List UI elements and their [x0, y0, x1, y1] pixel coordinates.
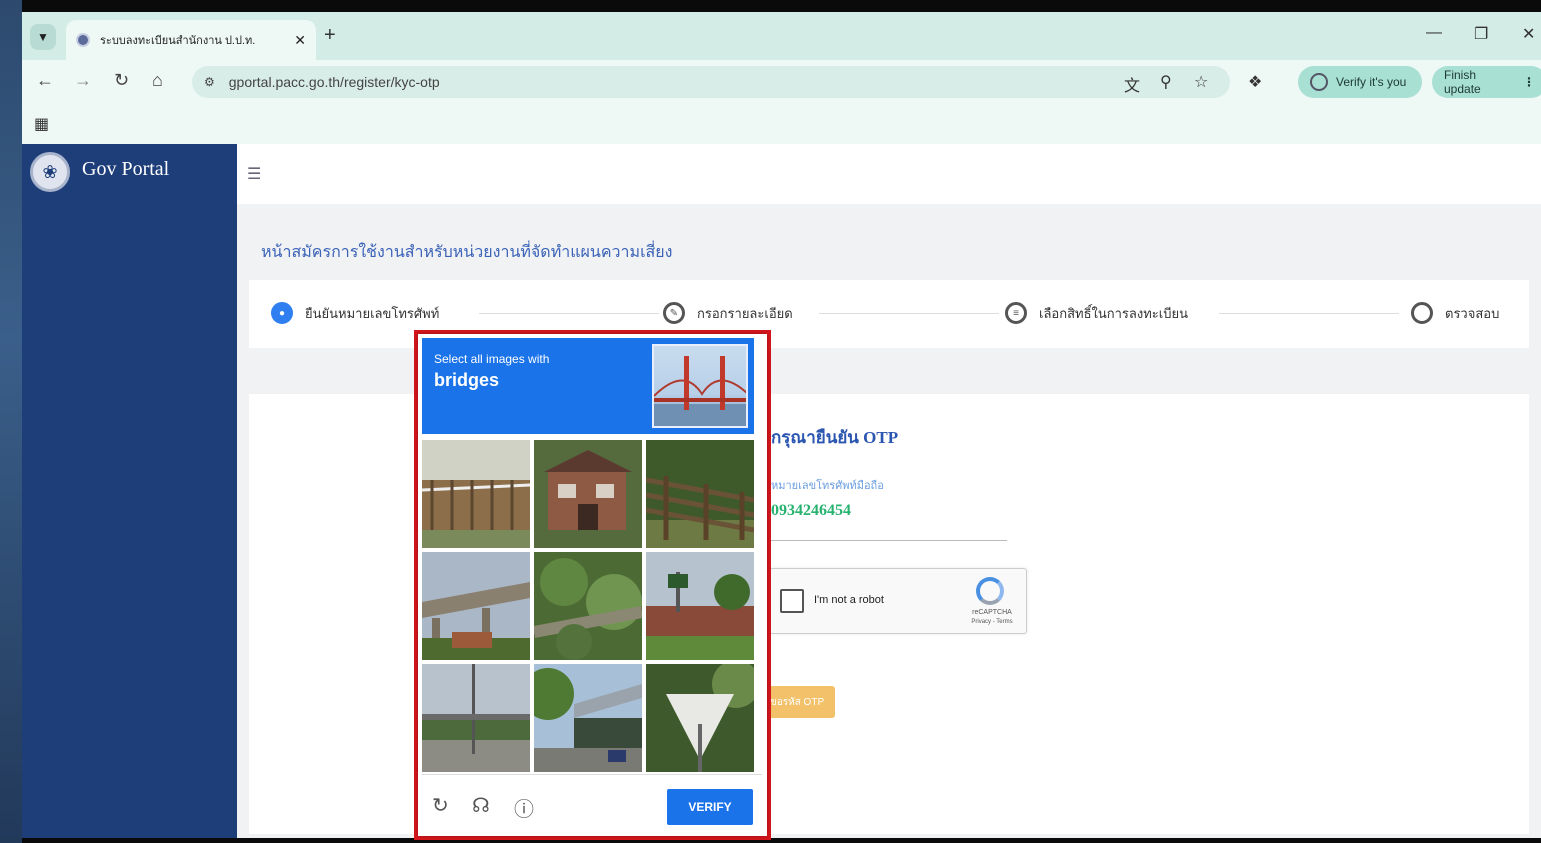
- step-label: เลือกสิทธิ์ในการลงทะเบียน: [1039, 305, 1188, 321]
- menu-toggle-icon[interactable]: ☰: [247, 164, 261, 184]
- recaptcha-widget: I'm not a robot reCAPTCHA Privacy - Term…: [769, 568, 1027, 634]
- step-label: ตรวจสอบ: [1445, 305, 1500, 321]
- captcha-footer: ↻ ☊ ⓘ VERIFY: [422, 774, 762, 834]
- extensions-icon[interactable]: ❖: [1248, 72, 1262, 92]
- bookmark-star-icon[interactable]: ☆: [1194, 72, 1208, 92]
- step-connector: [479, 313, 659, 314]
- captcha-prompt: Select all images with: [434, 352, 550, 366]
- captcha-tile[interactable]: [534, 440, 642, 548]
- top-bar: ☰: [237, 144, 1541, 204]
- tab-strip: ▼ ระบบลงทะเบียนสำนักงาน ป.ป.ท. ✕ + — ❐ ✕: [22, 12, 1541, 60]
- captcha-header: Select all images with bridges: [422, 338, 754, 434]
- captcha-tile[interactable]: [646, 664, 754, 772]
- verify-button[interactable]: VERIFY: [667, 789, 753, 825]
- restore-icon[interactable]: ❐: [1474, 24, 1488, 44]
- profile-icon: [1310, 73, 1328, 91]
- tab-close-button[interactable]: ✕: [294, 32, 306, 49]
- favicon-icon: [76, 33, 90, 47]
- otp-title: กรุณายืนยัน OTP: [771, 428, 899, 447]
- recaptcha-logo-icon: [976, 577, 1004, 605]
- tab-title: ระบบลงทะเบียนสำนักงาน ป.ป.ท.: [100, 35, 256, 47]
- desktop-background: [0, 0, 22, 843]
- field-underline: [771, 540, 1007, 541]
- close-icon[interactable]: ✕: [1522, 24, 1535, 44]
- emblem-logo: ❀: [30, 152, 70, 192]
- list-icon: ≡: [1005, 302, 1027, 324]
- captcha-tile[interactable]: [646, 552, 754, 660]
- captcha-tile[interactable]: [534, 664, 642, 772]
- zoom-icon[interactable]: ⚲: [1160, 72, 1172, 92]
- address-bar[interactable]: ⚙ gportal.pacc.go.th/register/kyc-otp: [192, 66, 1230, 98]
- step-review: ตรวจสอบ: [1411, 302, 1499, 324]
- step-label: ยืนยันหมายเลขโทรศัพท์: [305, 305, 440, 321]
- recaptcha-label: I'm not a robot: [814, 594, 884, 606]
- more-menu-icon[interactable]: ⋮: [1523, 75, 1535, 89]
- recaptcha-brand: reCAPTCHA: [972, 609, 1012, 616]
- review-icon: [1411, 302, 1433, 324]
- step-connector: [1219, 313, 1399, 314]
- captcha-sample-image: [652, 344, 748, 428]
- bookmarks-bar: ▦: [22, 104, 1541, 144]
- reload-icon[interactable]: ↻: [432, 793, 449, 818]
- site-info-icon[interactable]: ⚙: [204, 75, 215, 89]
- captcha-target: bridges: [434, 370, 500, 390]
- browser-toolbar: ← → ↻ ⌂ ⚙ gportal.pacc.go.th/register/ky…: [22, 60, 1541, 104]
- translate-icon[interactable]: 文: [1124, 72, 1140, 96]
- recaptcha-checkbox[interactable]: [780, 589, 804, 613]
- tab-search-icon[interactable]: ▼: [30, 24, 56, 50]
- captcha-tile[interactable]: [646, 440, 754, 548]
- update-pill-label: Finish update: [1444, 68, 1481, 96]
- verify-its-you-button[interactable]: Verify it's you: [1298, 66, 1422, 98]
- step-label: กรอกรายละเอียด: [697, 305, 793, 321]
- url-text: gportal.pacc.go.th/register/kyc-otp: [228, 74, 440, 90]
- finish-update-button[interactable]: Finish update ⋮: [1432, 66, 1541, 98]
- captcha-challenge: Select all images with bridges ↻ ☊ ⓘ VER…: [418, 334, 767, 836]
- captcha-image-grid: [422, 440, 754, 772]
- step-verify-phone: ● ยืนยันหมายเลขโทรศัพท์: [271, 302, 439, 324]
- edit-icon: ✎: [663, 302, 685, 324]
- step-fill-details: ✎ กรอกรายละเอียด: [663, 302, 793, 324]
- phone-label: หมายเลขโทรศัพท์มือถือ: [771, 480, 884, 492]
- browser-tab[interactable]: ระบบลงทะเบียนสำนักงาน ป.ป.ท. ✕: [66, 20, 316, 60]
- phone-number-field[interactable]: 0934246454: [771, 502, 851, 520]
- step-active-icon: ●: [271, 302, 293, 324]
- brand-title[interactable]: Gov Portal: [82, 158, 169, 181]
- page-title: หน้าสมัครการใช้งานสำหรับหน่วยงานที่จัดทำ…: [261, 244, 673, 261]
- sidebar: ❀ Gov Portal: [22, 144, 237, 838]
- minimize-icon[interactable]: —: [1426, 24, 1442, 42]
- captcha-tile[interactable]: [422, 664, 530, 772]
- step-connector: [819, 313, 999, 314]
- captcha-tile[interactable]: [422, 552, 530, 660]
- info-icon[interactable]: ⓘ: [514, 793, 534, 822]
- step-choose-rights: ≡ เลือกสิทธิ์ในการลงทะเบียน: [1005, 302, 1188, 324]
- apps-icon[interactable]: ▦: [34, 114, 49, 134]
- reload-icon[interactable]: ↻: [114, 70, 129, 91]
- captcha-tile[interactable]: [534, 552, 642, 660]
- audio-headphones-icon[interactable]: ☊: [472, 793, 490, 818]
- recaptcha-terms-link[interactable]: Privacy - Terms: [966, 619, 1018, 625]
- verify-pill-label: Verify it's you: [1336, 75, 1407, 89]
- back-icon[interactable]: ←: [36, 70, 54, 91]
- new-tab-button[interactable]: +: [324, 24, 336, 47]
- home-icon[interactable]: ⌂: [152, 70, 163, 91]
- browser-window: ▼ ระบบลงทะเบียนสำนักงาน ป.ป.ท. ✕ + — ❐ ✕…: [22, 12, 1541, 838]
- captcha-tile[interactable]: [422, 440, 530, 548]
- forward-icon[interactable]: →: [74, 70, 92, 91]
